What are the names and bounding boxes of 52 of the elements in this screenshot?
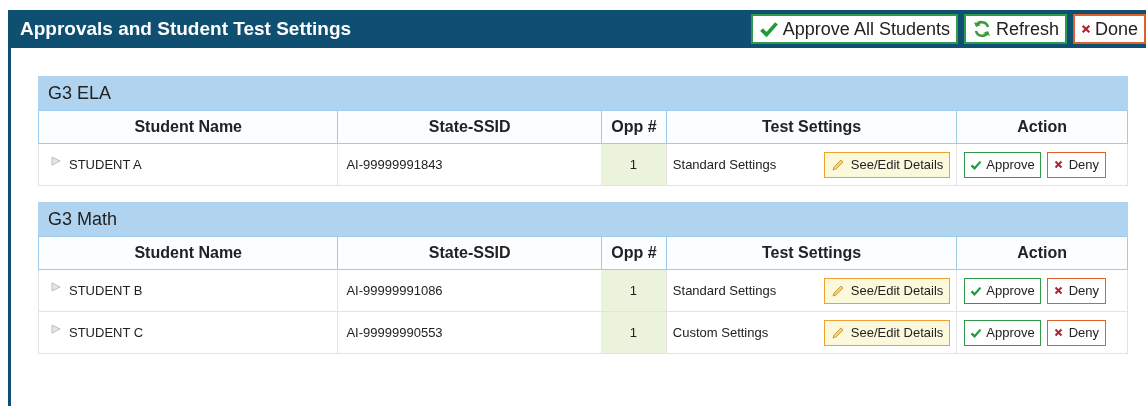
student-name: STUDENT A bbox=[69, 155, 142, 174]
column-header: State-SSID bbox=[337, 237, 601, 269]
deny-button[interactable]: Deny bbox=[1046, 151, 1107, 178]
check-icon bbox=[970, 158, 983, 171]
window-title: Approvals and Student Test Settings bbox=[20, 16, 352, 41]
column-header: Test Settings bbox=[665, 111, 957, 143]
opp-cell: 1 bbox=[600, 312, 666, 353]
check-icon bbox=[970, 326, 983, 339]
student-name: STUDENT C bbox=[69, 323, 144, 342]
ssid-text: AI-99999991086 bbox=[346, 281, 443, 300]
close-icon bbox=[1053, 160, 1063, 169]
check-icon bbox=[970, 284, 983, 297]
ssid-text: AI-99999990553 bbox=[346, 323, 443, 342]
section-title: G3 Math bbox=[48, 207, 118, 231]
column-header: Action bbox=[956, 237, 1127, 269]
opp-cell: 1 bbox=[600, 270, 666, 311]
check-icon bbox=[758, 19, 779, 39]
column-header: State-SSID bbox=[337, 111, 601, 143]
approve-button[interactable]: Approve bbox=[964, 319, 1041, 346]
settings-text: Standard Settings bbox=[672, 281, 777, 300]
column-header: Opp # bbox=[600, 111, 666, 143]
column-header: Test Settings bbox=[665, 237, 957, 269]
close-icon bbox=[1053, 286, 1063, 295]
done-button[interactable]: Done bbox=[1072, 14, 1146, 44]
settings-text: Standard Settings bbox=[672, 155, 777, 174]
pencil-icon bbox=[830, 283, 845, 298]
expand-icon[interactable] bbox=[51, 155, 61, 166]
column-header: Action bbox=[956, 111, 1127, 143]
close-icon bbox=[1053, 328, 1063, 337]
see-edit-details-button[interactable]: See/Edit Details bbox=[823, 319, 951, 346]
ssid-text: AI-99999991843 bbox=[346, 155, 443, 174]
see-edit-details-button[interactable]: See/Edit Details bbox=[823, 277, 951, 304]
refresh-icon bbox=[971, 19, 992, 39]
column-header: Opp # bbox=[600, 237, 666, 269]
expand-icon[interactable] bbox=[51, 281, 61, 292]
section-title: G3 ELA bbox=[48, 81, 112, 105]
column-header: Student Name bbox=[133, 243, 243, 263]
approve-all-button[interactable]: Approve All Students bbox=[750, 14, 958, 44]
deny-button[interactable]: Deny bbox=[1046, 277, 1107, 304]
expand-icon[interactable] bbox=[51, 323, 61, 334]
pencil-icon bbox=[830, 325, 845, 340]
approve-button[interactable]: Approve bbox=[964, 277, 1041, 304]
pencil-icon bbox=[830, 157, 845, 172]
close-icon bbox=[1080, 24, 1091, 34]
see-edit-details-button[interactable]: See/Edit Details bbox=[823, 151, 951, 178]
opp-cell: 1 bbox=[600, 144, 666, 185]
deny-button[interactable]: Deny bbox=[1046, 319, 1107, 346]
refresh-button[interactable]: Refresh bbox=[963, 14, 1067, 44]
student-name: STUDENT B bbox=[69, 281, 143, 300]
column-header: Student Name bbox=[133, 117, 243, 137]
approve-button[interactable]: Approve bbox=[964, 151, 1041, 178]
settings-text: Custom Settings bbox=[672, 323, 769, 342]
